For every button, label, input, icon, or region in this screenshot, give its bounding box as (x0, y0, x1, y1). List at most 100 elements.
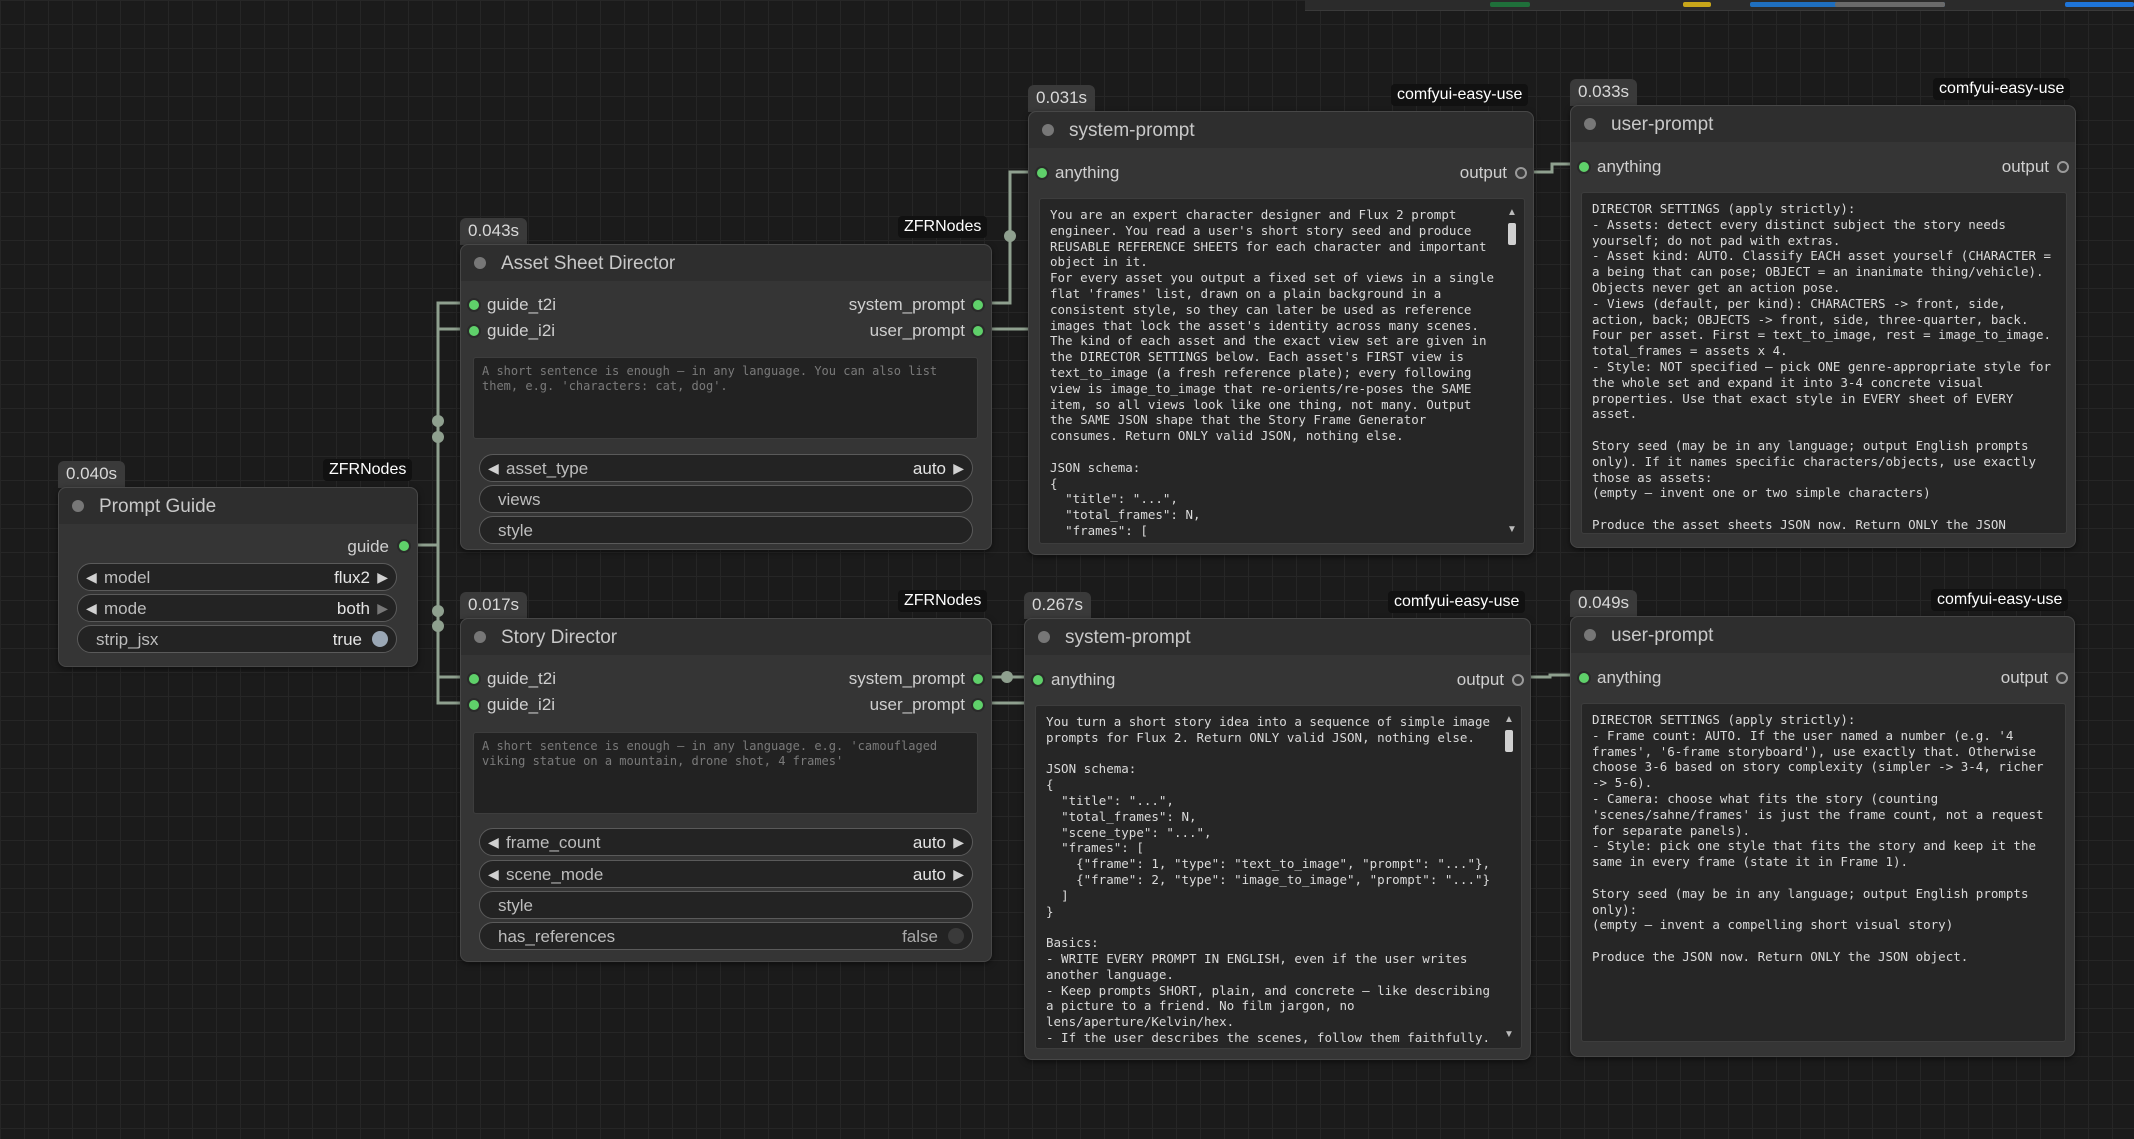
output-port-output[interactable] (2057, 161, 2069, 173)
input-port-anything[interactable] (1577, 160, 1591, 174)
toggle-knob-icon[interactable] (372, 631, 388, 647)
node-header[interactable]: system-prompt (1025, 619, 1530, 655)
text-widget-style[interactable]: style (479, 516, 973, 544)
arrow-left-icon[interactable]: ◀ (488, 866, 499, 883)
input-port-guide-i2i[interactable] (467, 698, 481, 712)
toggle-knob-icon[interactable] (948, 928, 964, 944)
input-slot-label: guide_i2i (487, 695, 556, 714)
widget-label: mode (104, 599, 147, 618)
node-source-tag: ZFRNodes (898, 590, 988, 612)
node-user-prompt-top[interactable]: user-prompt anything output DIRECTOR SET… (1570, 105, 2076, 548)
input-port-anything[interactable] (1577, 671, 1591, 685)
combo-model[interactable]: ◀ model flux2 ▶ (77, 563, 397, 591)
prompt-text-display[interactable]: You turn a short story idea into a seque… (1035, 705, 1522, 1049)
input-port-guide-t2i[interactable] (467, 672, 481, 686)
collapse-dot-icon[interactable] (1038, 631, 1050, 643)
widget-value: auto (912, 459, 946, 478)
prompt-text-display[interactable]: DIRECTOR SETTINGS (apply strictly): - As… (1581, 192, 2067, 534)
arrow-right-icon[interactable]: ▶ (953, 866, 964, 883)
scrollbar[interactable]: ▲ ▼ (1506, 207, 1518, 535)
collapse-dot-icon[interactable] (1584, 629, 1596, 641)
node-asset-sheet-director[interactable]: Asset Sheet Director guide_t2i guide_i2i… (460, 244, 992, 550)
arrow-left-icon[interactable]: ◀ (488, 834, 499, 851)
widget-label: style (498, 896, 533, 915)
output-port-system-prompt[interactable] (971, 298, 985, 312)
story-seed-textarea[interactable]: A short sentence is enough — in any lang… (473, 357, 978, 439)
node-header[interactable]: user-prompt (1571, 106, 2075, 142)
output-port-user-prompt[interactable] (971, 324, 985, 338)
arrow-right-icon[interactable]: ▶ (377, 569, 388, 586)
node-source-tag: ZFRNodes (898, 216, 988, 238)
input-slot-label: anything (1051, 670, 1116, 689)
scroll-up-icon[interactable]: ▲ (1503, 714, 1515, 725)
widget-label: strip_jsx (96, 630, 159, 649)
combo-asset-type[interactable]: ◀ asset_type auto ▶ (479, 454, 973, 482)
arrow-right-icon[interactable]: ▶ (377, 600, 388, 617)
scroll-down-icon[interactable]: ▼ (1506, 524, 1518, 535)
input-port-anything[interactable] (1035, 166, 1049, 180)
collapse-dot-icon[interactable] (1584, 118, 1596, 130)
node-prompt-guide[interactable]: Prompt Guide guide ◀ model flux2 ▶ ◀ mod… (58, 487, 418, 667)
top-toolbar (1305, 0, 2134, 11)
output-port-output[interactable] (1512, 674, 1524, 686)
text-widget-views[interactable]: views (479, 485, 973, 513)
output-port-output[interactable] (1515, 167, 1527, 179)
output-port-output[interactable] (2056, 672, 2068, 684)
widget-label: views (498, 490, 541, 509)
widget-value: auto (912, 865, 946, 884)
node-system-prompt-top[interactable]: system-prompt anything output You are an… (1028, 111, 1534, 555)
prompt-text-display[interactable]: DIRECTOR SETTINGS (apply strictly): - Fr… (1581, 703, 2066, 1042)
story-seed-textarea[interactable]: A short sentence is enough — in any lang… (473, 732, 978, 814)
node-source-tag: ZFRNodes (323, 459, 413, 481)
prompt-text-display[interactable]: You are an expert character designer and… (1039, 198, 1525, 544)
scroll-thumb[interactable] (1505, 730, 1513, 752)
node-story-director[interactable]: Story Director guide_t2i guide_i2i syste… (460, 618, 992, 962)
output-port-user-prompt[interactable] (971, 698, 985, 712)
input-port-guide-i2i[interactable] (467, 324, 481, 338)
node-header[interactable]: user-prompt (1571, 617, 2074, 653)
combo-mode[interactable]: ◀ mode both ▶ (77, 594, 397, 622)
combo-scene-mode[interactable]: ◀ scene_mode auto ▶ (479, 860, 973, 888)
node-source-tag: comfyui-easy-use (1931, 589, 2069, 611)
node-user-prompt-bottom[interactable]: user-prompt anything output DIRECTOR SET… (1570, 616, 2075, 1057)
output-port-guide[interactable] (397, 539, 411, 553)
scroll-down-icon[interactable]: ▼ (1503, 1029, 1515, 1040)
toolbar-segment[interactable] (1490, 2, 1530, 7)
node-header[interactable]: Story Director (461, 619, 991, 655)
scrollbar[interactable]: ▲ ▼ (1503, 714, 1515, 1040)
combo-frame-count[interactable]: ◀ frame_count auto ▶ (479, 828, 973, 856)
toggle-strip-jsx[interactable]: strip_jsx true (77, 625, 397, 653)
arrow-left-icon[interactable]: ◀ (86, 600, 97, 617)
node-header[interactable]: Prompt Guide (59, 488, 417, 524)
toolbar-segment[interactable] (1835, 2, 1945, 7)
widget-label: scene_mode (506, 865, 604, 884)
arrow-left-icon[interactable]: ◀ (488, 460, 499, 477)
node-source-tag: comfyui-easy-use (1933, 78, 2071, 100)
collapse-dot-icon[interactable] (1042, 124, 1054, 136)
scroll-thumb[interactable] (1508, 223, 1516, 245)
node-title: user-prompt (1611, 625, 1714, 646)
output-slot-label: system_prompt (848, 295, 965, 314)
collapse-dot-icon[interactable] (474, 631, 486, 643)
input-slot-label: anything (1597, 668, 1662, 687)
toggle-has-references[interactable]: has_references false (479, 922, 973, 950)
exec-time-badge: 0.043s (460, 218, 528, 245)
arrow-right-icon[interactable]: ▶ (953, 834, 964, 851)
arrow-left-icon[interactable]: ◀ (86, 569, 97, 586)
node-system-prompt-bottom[interactable]: system-prompt anything output You turn a… (1024, 618, 1531, 1060)
input-port-guide-t2i[interactable] (467, 298, 481, 312)
arrow-right-icon[interactable]: ▶ (953, 460, 964, 477)
toolbar-segment[interactable] (1683, 2, 1711, 7)
input-port-anything[interactable] (1031, 673, 1045, 687)
collapse-dot-icon[interactable] (72, 500, 84, 512)
exec-time-badge: 0.267s (1024, 592, 1092, 619)
node-header[interactable]: Asset Sheet Director (461, 245, 991, 281)
collapse-dot-icon[interactable] (474, 257, 486, 269)
scroll-up-icon[interactable]: ▲ (1506, 207, 1518, 218)
reroute-dot (432, 620, 444, 632)
widget-value: true (332, 630, 362, 649)
toolbar-segment[interactable] (2065, 2, 2134, 7)
node-header[interactable]: system-prompt (1029, 112, 1533, 148)
output-port-system-prompt[interactable] (971, 672, 985, 686)
text-widget-style[interactable]: style (479, 891, 973, 919)
